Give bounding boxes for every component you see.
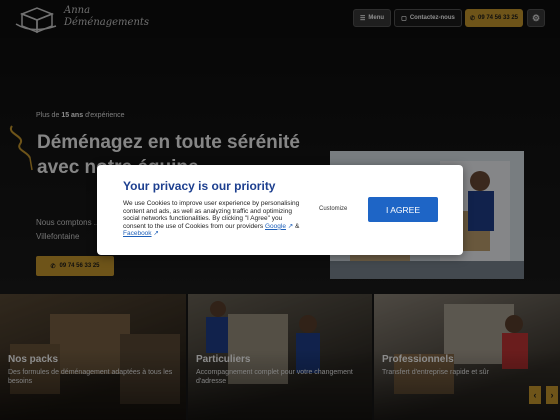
consent-ampersand: & xyxy=(295,222,300,230)
customize-button[interactable]: Customize xyxy=(319,206,347,212)
external-link-icon: ↗ xyxy=(287,222,294,230)
consent-title: Your privacy is our priority xyxy=(123,179,276,193)
facebook-link[interactable]: Facebook xyxy=(123,230,152,237)
external-link-icon: ↗ xyxy=(153,230,159,238)
agree-button[interactable]: I AGREE xyxy=(368,197,438,222)
consent-dialog: Your privacy is our priority We use Cook… xyxy=(97,165,463,255)
consent-body: We use Cookies to improve user experienc… xyxy=(123,200,303,238)
google-link[interactable]: Google xyxy=(265,223,286,230)
